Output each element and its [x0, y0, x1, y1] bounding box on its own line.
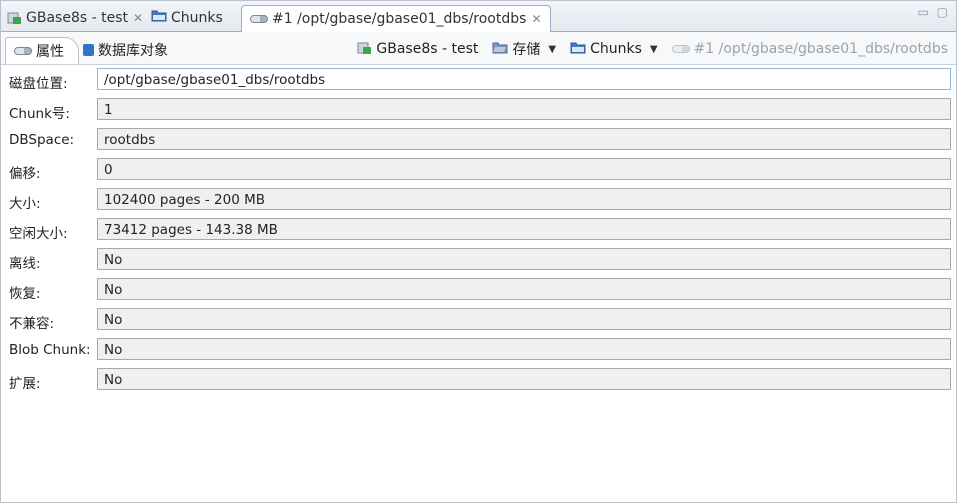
tab-label: #1 /opt/gbase/gbase01_dbs/rootdbs	[272, 11, 527, 27]
tab-chunk-rootdbs[interactable]: #1 /opt/gbase/gbase01_dbs/rootdbs ✕	[241, 5, 551, 32]
breadcrumb-item-chunk-rootdbs[interactable]: #1 /opt/gbase/gbase01_dbs/rootdbs	[671, 41, 948, 57]
database-icon	[357, 41, 372, 58]
breadcrumb-label: #1 /opt/gbase/gbase01_dbs/rootdbs	[693, 41, 948, 57]
free-size-field[interactable]: 73412 pages - 143.38 MB	[97, 218, 951, 240]
chunk-icon	[250, 15, 268, 23]
tab-label: 数据库对象	[98, 43, 168, 59]
tab-chunks[interactable]: Chunks	[151, 4, 223, 31]
property-row: 扩展: No	[5, 368, 955, 392]
chunk-number-field[interactable]: 1	[97, 98, 951, 120]
tab-label: GBase8s - test	[26, 9, 128, 26]
chevron-down-icon[interactable]: ▼	[650, 44, 658, 55]
property-row: DBSpace: rootdbs	[5, 128, 955, 152]
chunk-icon	[671, 45, 690, 53]
breadcrumb: GBase8s - test 存储 ▼ Chunks ▼ #1 /opt/gba…	[343, 39, 948, 59]
property-row: 空闲大小: 73412 pages - 143.38 MB	[5, 218, 955, 242]
editor-window: GBase8s - test ✕ Chunks #1 /opt/gbase/gb…	[0, 0, 957, 503]
database-icon	[7, 11, 22, 24]
offset-field[interactable]: 0	[97, 158, 951, 180]
property-row: 恢复: No	[5, 278, 955, 302]
breadcrumb-label: Chunks	[590, 41, 642, 57]
tab-database-objects[interactable]: 数据库对象	[83, 37, 168, 63]
folder-icon	[151, 9, 167, 26]
breadcrumb-label: GBase8s - test	[376, 41, 479, 57]
property-label: 扩展:	[9, 376, 41, 392]
chevron-down-icon[interactable]: ▼	[548, 44, 556, 55]
property-label: 离线:	[9, 256, 41, 272]
folder-icon	[570, 41, 586, 58]
cube-icon	[83, 44, 94, 56]
breadcrumb-item-gbase8s[interactable]: GBase8s - test	[357, 41, 478, 58]
dbspace-field[interactable]: rootdbs	[97, 128, 951, 150]
breadcrumb-label: 存储	[512, 42, 541, 58]
property-label: 恢复:	[9, 286, 41, 302]
property-label: Chunk号:	[9, 106, 70, 122]
property-label: 大小:	[9, 196, 41, 212]
window-controls[interactable]: ▭ ▢	[918, 5, 951, 19]
property-label: DBSpace:	[9, 132, 75, 148]
close-icon[interactable]: ✕	[531, 12, 541, 26]
property-row: 大小: 102400 pages - 200 MB	[5, 188, 955, 212]
offline-field[interactable]: No	[97, 248, 951, 270]
property-row: 偏移: 0	[5, 158, 955, 182]
properties-form: 磁盘位置: /opt/gbase/gbase01_dbs/rootdbs Chu…	[5, 68, 955, 398]
extendable-field[interactable]: No	[97, 368, 951, 390]
recovery-field[interactable]: No	[97, 278, 951, 300]
property-label: 磁盘位置:	[9, 76, 68, 92]
property-label: Blob Chunk:	[9, 342, 91, 358]
tab-label: Chunks	[171, 9, 223, 26]
tab-label: 属性	[36, 44, 64, 60]
blob-chunk-field[interactable]: No	[97, 338, 951, 360]
incompatible-field[interactable]: No	[97, 308, 951, 330]
size-field[interactable]: 102400 pages - 200 MB	[97, 188, 951, 210]
editor-tab-strip: GBase8s - test ✕ Chunks #1 /opt/gbase/gb…	[1, 1, 956, 32]
property-row: Blob Chunk: No	[5, 338, 955, 362]
chunk-icon	[14, 47, 32, 55]
property-label: 偏移:	[9, 166, 41, 182]
storage-icon	[492, 41, 508, 58]
property-row: 不兼容: No	[5, 308, 955, 332]
tab-properties[interactable]: 属性	[5, 37, 79, 64]
editor-sub-toolbar: 属性 数据库对象 GBase8s - test 存储 ▼ Chunks ▼ #1…	[1, 32, 956, 65]
tab-gbase8s-test[interactable]: GBase8s - test ✕	[7, 4, 143, 31]
property-label: 空闲大小:	[9, 226, 68, 242]
property-row: Chunk号: 1	[5, 98, 955, 122]
property-row: 磁盘位置: /opt/gbase/gbase01_dbs/rootdbs	[5, 68, 955, 92]
property-label: 不兼容:	[9, 316, 55, 332]
property-row: 离线: No	[5, 248, 955, 272]
breadcrumb-item-chunks[interactable]: Chunks ▼	[570, 41, 658, 58]
breadcrumb-item-storage[interactable]: 存储 ▼	[492, 39, 556, 59]
close-icon[interactable]: ✕	[133, 11, 143, 25]
disk-location-field[interactable]: /opt/gbase/gbase01_dbs/rootdbs	[97, 68, 951, 90]
